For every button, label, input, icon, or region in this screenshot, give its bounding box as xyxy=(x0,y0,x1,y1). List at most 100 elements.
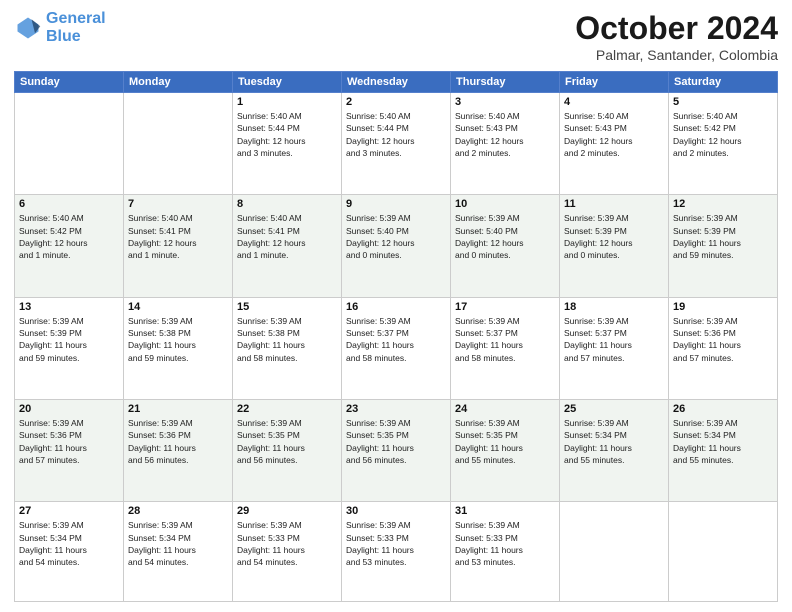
day-number: 3 xyxy=(455,96,555,108)
calendar-cell: 26Sunrise: 5:39 AM Sunset: 5:34 PM Dayli… xyxy=(669,399,778,501)
day-number: 12 xyxy=(673,198,773,210)
day-info: Sunrise: 5:40 AM Sunset: 5:41 PM Dayligh… xyxy=(128,212,228,261)
calendar-cell xyxy=(124,93,233,195)
day-info: Sunrise: 5:40 AM Sunset: 5:44 PM Dayligh… xyxy=(346,110,446,159)
day-info: Sunrise: 5:39 AM Sunset: 5:35 PM Dayligh… xyxy=(237,417,337,466)
day-info: Sunrise: 5:40 AM Sunset: 5:42 PM Dayligh… xyxy=(673,110,773,159)
calendar-cell xyxy=(669,502,778,602)
day-info: Sunrise: 5:39 AM Sunset: 5:33 PM Dayligh… xyxy=(346,519,446,568)
day-number: 21 xyxy=(128,403,228,415)
calendar-cell: 14 Sunrise: 5:39 AM Sunset: 5:38 PM Dayli… xyxy=(124,297,233,399)
weekday-header-thursday: Thursday xyxy=(451,72,560,93)
day-number: 8 xyxy=(237,198,337,210)
day-info: Sunrise: 5:39 AM Sunset: 5:36 PM Dayligh… xyxy=(19,417,119,466)
calendar-cell: 17Sunrise: 5:39 AM Sunset: 5:37 PM Dayli… xyxy=(451,297,560,399)
day-info: Sunrise: 5:39 AM Sunset: 5:34 PM Dayligh… xyxy=(564,417,664,466)
calendar-cell: 23 Sunrise: 5:39 AM Sunset: 5:35 PM Dayli… xyxy=(342,399,451,501)
day-number: 14 xyxy=(128,301,228,313)
calendar-cell: 21Sunrise: 5:39 AM Sunset: 5:36 PM Dayli… xyxy=(124,399,233,501)
day-info: Sunrise: 5:39 AM Sunset: 5:35 PM Dayligh… xyxy=(346,417,446,466)
logo-general: General xyxy=(46,10,106,27)
weekday-header-row: SundayMondayTuesdayWednesdayThursdayFrid… xyxy=(15,72,778,93)
logo-icon xyxy=(14,14,42,42)
day-number: 25 xyxy=(564,403,664,415)
day-number: 19 xyxy=(673,301,773,313)
day-number: 10 xyxy=(455,198,555,210)
day-number: 30 xyxy=(346,505,446,517)
calendar-cell: 4 Sunrise: 5:40 AM Sunset: 5:43 PM Daylig… xyxy=(560,93,669,195)
calendar-week-row: 6Sunrise: 5:40 AM Sunset: 5:42 PM Daylig… xyxy=(15,195,778,297)
calendar-cell: 5 Sunrise: 5:40 AM Sunset: 5:42 PM Daylig… xyxy=(669,93,778,195)
day-info: Sunrise: 5:39 AM Sunset: 5:34 PM Dayligh… xyxy=(19,519,119,568)
calendar-cell xyxy=(15,93,124,195)
logo-text: General Blue xyxy=(46,10,106,45)
calendar-cell: 18Sunrise: 5:39 AM Sunset: 5:37 PM Dayli… xyxy=(560,297,669,399)
day-number: 9 xyxy=(346,198,446,210)
calendar-cell: 1 Sunrise: 5:40 AM Sunset: 5:44 PM Daylig… xyxy=(233,93,342,195)
day-info: Sunrise: 5:40 AM Sunset: 5:43 PM Dayligh… xyxy=(455,110,555,159)
day-number: 6 xyxy=(19,198,119,210)
month-title: October 2024 xyxy=(575,10,778,47)
day-info: Sunrise: 5:40 AM Sunset: 5:43 PM Dayligh… xyxy=(564,110,664,159)
calendar-week-row: 20 Sunrise: 5:39 AM Sunset: 5:36 PM Dayli… xyxy=(15,399,778,501)
calendar-cell: 31 Sunrise: 5:39 AM Sunset: 5:33 PM Dayli… xyxy=(451,502,560,602)
day-info: Sunrise: 5:39 AM Sunset: 5:37 PM Dayligh… xyxy=(455,315,555,364)
logo-blue: Blue xyxy=(46,28,81,45)
page: General Blue October 2024 Palmar, Santan… xyxy=(0,0,792,612)
weekday-header-tuesday: Tuesday xyxy=(233,72,342,93)
calendar-cell: 6Sunrise: 5:40 AM Sunset: 5:42 PM Daylig… xyxy=(15,195,124,297)
day-info: Sunrise: 5:39 AM Sunset: 5:39 PM Dayligh… xyxy=(673,212,773,261)
day-number: 29 xyxy=(237,505,337,517)
day-info: Sunrise: 5:39 AM Sunset: 5:38 PM Dayligh… xyxy=(128,315,228,364)
weekday-header-wednesday: Wednesday xyxy=(342,72,451,93)
calendar-cell: 8 Sunrise: 5:40 AM Sunset: 5:41 PM Daylig… xyxy=(233,195,342,297)
logo: General Blue xyxy=(14,10,106,45)
calendar-cell: 20 Sunrise: 5:39 AM Sunset: 5:36 PM Dayli… xyxy=(15,399,124,501)
day-info: Sunrise: 5:40 AM Sunset: 5:44 PM Dayligh… xyxy=(237,110,337,159)
header: General Blue October 2024 Palmar, Santan… xyxy=(14,10,778,63)
day-number: 20 xyxy=(19,403,119,415)
day-info: Sunrise: 5:40 AM Sunset: 5:41 PM Dayligh… xyxy=(237,212,337,261)
day-info: Sunrise: 5:39 AM Sunset: 5:39 PM Dayligh… xyxy=(19,315,119,364)
day-number: 13 xyxy=(19,301,119,313)
calendar-week-row: 13 Sunrise: 5:39 AM Sunset: 5:39 PM Dayli… xyxy=(15,297,778,399)
calendar-cell: 12 Sunrise: 5:39 AM Sunset: 5:39 PM Dayli… xyxy=(669,195,778,297)
day-info: Sunrise: 5:39 AM Sunset: 5:37 PM Dayligh… xyxy=(346,315,446,364)
day-number: 2 xyxy=(346,96,446,108)
calendar-table: SundayMondayTuesdayWednesdayThursdayFrid… xyxy=(14,71,778,602)
calendar-body: 1 Sunrise: 5:40 AM Sunset: 5:44 PM Daylig… xyxy=(15,93,778,602)
day-number: 27 xyxy=(19,505,119,517)
calendar-cell: 15Sunrise: 5:39 AM Sunset: 5:38 PM Dayli… xyxy=(233,297,342,399)
calendar-cell: 11Sunrise: 5:39 AM Sunset: 5:39 PM Dayli… xyxy=(560,195,669,297)
day-number: 18 xyxy=(564,301,664,313)
weekday-header-sunday: Sunday xyxy=(15,72,124,93)
location: Palmar, Santander, Colombia xyxy=(575,47,778,63)
calendar-cell: 19Sunrise: 5:39 AM Sunset: 5:36 PM Dayli… xyxy=(669,297,778,399)
day-info: Sunrise: 5:39 AM Sunset: 5:33 PM Dayligh… xyxy=(237,519,337,568)
day-number: 28 xyxy=(128,505,228,517)
calendar-cell: 7 Sunrise: 5:40 AM Sunset: 5:41 PM Daylig… xyxy=(124,195,233,297)
day-info: Sunrise: 5:39 AM Sunset: 5:34 PM Dayligh… xyxy=(128,519,228,568)
title-block: October 2024 Palmar, Santander, Colombia xyxy=(575,10,778,63)
day-number: 5 xyxy=(673,96,773,108)
calendar-cell: 29 Sunrise: 5:39 AM Sunset: 5:33 PM Dayli… xyxy=(233,502,342,602)
calendar-cell: 25 Sunrise: 5:39 AM Sunset: 5:34 PM Dayli… xyxy=(560,399,669,501)
calendar-cell: 24Sunrise: 5:39 AM Sunset: 5:35 PM Dayli… xyxy=(451,399,560,501)
calendar-cell: 3 Sunrise: 5:40 AM Sunset: 5:43 PM Daylig… xyxy=(451,93,560,195)
day-number: 4 xyxy=(564,96,664,108)
weekday-header-monday: Monday xyxy=(124,72,233,93)
day-number: 1 xyxy=(237,96,337,108)
calendar-week-row: 1 Sunrise: 5:40 AM Sunset: 5:44 PM Daylig… xyxy=(15,93,778,195)
day-number: 11 xyxy=(564,198,664,210)
day-info: Sunrise: 5:39 AM Sunset: 5:40 PM Dayligh… xyxy=(346,212,446,261)
day-number: 31 xyxy=(455,505,555,517)
weekday-header-saturday: Saturday xyxy=(669,72,778,93)
day-number: 23 xyxy=(346,403,446,415)
calendar-cell: 13 Sunrise: 5:39 AM Sunset: 5:39 PM Dayli… xyxy=(15,297,124,399)
day-info: Sunrise: 5:39 AM Sunset: 5:33 PM Dayligh… xyxy=(455,519,555,568)
day-number: 7 xyxy=(128,198,228,210)
day-info: Sunrise: 5:39 AM Sunset: 5:38 PM Dayligh… xyxy=(237,315,337,364)
weekday-header-friday: Friday xyxy=(560,72,669,93)
calendar-week-row: 27 Sunrise: 5:39 AM Sunset: 5:34 PM Dayli… xyxy=(15,502,778,602)
day-number: 26 xyxy=(673,403,773,415)
